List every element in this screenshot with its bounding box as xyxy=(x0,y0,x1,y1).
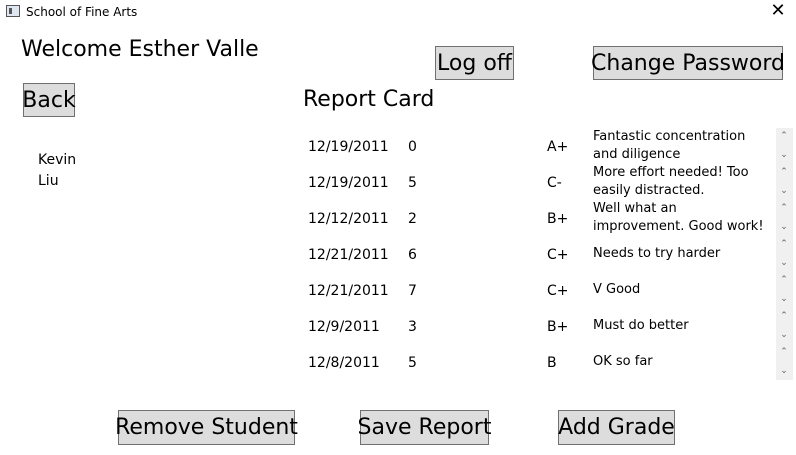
log-off-button[interactable]: Log off xyxy=(435,46,514,80)
scroll-down-icon[interactable]: ⌄ xyxy=(778,186,790,196)
scroll-down-icon[interactable]: ⌄ xyxy=(778,294,790,304)
row-comment[interactable]: Well what an improvement. Good work! xyxy=(593,200,771,236)
row-comment[interactable]: Needs to try harder xyxy=(593,245,771,263)
row-date: 12/21/2011 xyxy=(308,247,389,263)
row-date: 12/12/2011 xyxy=(308,211,389,227)
row-grade: C+ xyxy=(547,247,569,263)
row-date: 12/19/2011 xyxy=(308,175,389,191)
row-date: 12/21/2011 xyxy=(308,283,389,299)
scroll-down-icon[interactable]: ⌄ xyxy=(778,150,790,160)
scroll-up-icon[interactable]: ⌃ xyxy=(778,203,790,213)
row-date: 12/8/2011 xyxy=(308,355,380,371)
row-value: 3 xyxy=(408,319,417,335)
row-grade: A+ xyxy=(547,139,569,155)
row-grade: B+ xyxy=(547,211,569,227)
row-grade: B xyxy=(547,355,557,371)
row-date: 12/9/2011 xyxy=(308,319,380,335)
back-button[interactable]: Back xyxy=(22,83,76,117)
row-value: 5 xyxy=(408,175,417,191)
row-comment[interactable]: OK so far xyxy=(593,353,771,371)
app-icon xyxy=(6,5,20,17)
row-comment[interactable]: Fantastic concentration and diligence xyxy=(593,128,771,164)
report-card-title: Report Card xyxy=(303,87,435,112)
scroll-down-icon[interactable]: ⌄ xyxy=(778,330,790,340)
scroll-up-icon[interactable]: ⌃ xyxy=(778,239,790,249)
scroll-up-icon[interactable]: ⌃ xyxy=(778,275,790,285)
scroll-down-icon[interactable]: ⌄ xyxy=(778,222,790,232)
scroll-up-icon[interactable]: ⌃ xyxy=(778,311,790,321)
scroll-down-icon[interactable]: ⌄ xyxy=(778,366,790,376)
row-grade: C- xyxy=(547,175,562,191)
row-value: 2 xyxy=(408,211,417,227)
change-password-button[interactable]: Change Password xyxy=(591,46,785,80)
row-comment[interactable]: More effort needed! Too easily distracte… xyxy=(593,164,771,200)
scroll-down-icon[interactable]: ⌄ xyxy=(778,258,790,268)
row-value: 6 xyxy=(408,247,417,263)
row-value: 7 xyxy=(408,283,417,299)
row-date: 12/19/2011 xyxy=(308,139,389,155)
row-grade: B+ xyxy=(547,319,569,335)
scroll-up-icon[interactable]: ⌃ xyxy=(778,167,790,177)
welcome-text: Welcome Esther Valle xyxy=(21,37,259,62)
remove-student-button[interactable]: Remove Student xyxy=(115,410,298,445)
scroll-up-icon[interactable]: ⌃ xyxy=(778,347,790,357)
row-value: 0 xyxy=(408,139,417,155)
row-value: 5 xyxy=(408,355,417,371)
window-title: School of Fine Arts xyxy=(26,5,138,19)
row-comment[interactable]: V Good xyxy=(593,281,771,299)
row-grade: C+ xyxy=(547,283,569,299)
save-report-button[interactable]: Save Report xyxy=(358,410,491,445)
close-icon[interactable]: ✕ xyxy=(766,0,790,24)
comments-scrollbar[interactable] xyxy=(776,128,793,380)
student-list-item[interactable]: Kevin xyxy=(38,150,76,170)
student-list-item[interactable]: Liu xyxy=(38,171,59,191)
add-grade-button[interactable]: Add Grade xyxy=(558,410,675,445)
row-comment[interactable]: Must do better xyxy=(593,317,771,335)
scroll-up-icon[interactable]: ⌃ xyxy=(778,131,790,141)
